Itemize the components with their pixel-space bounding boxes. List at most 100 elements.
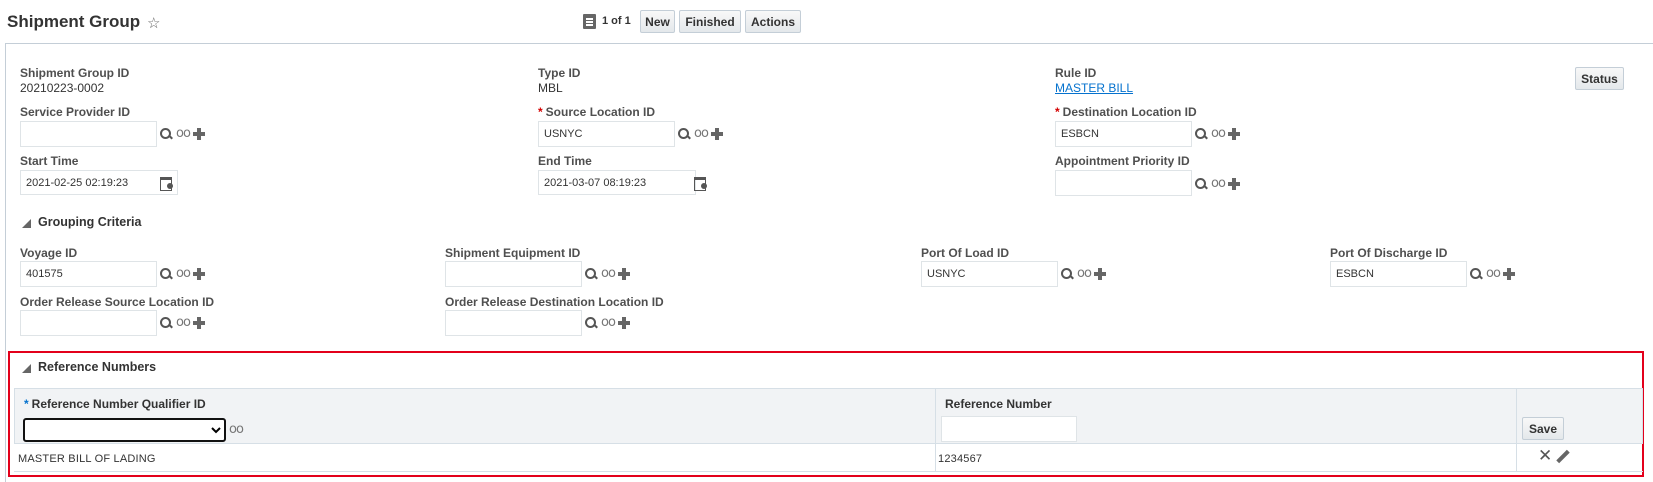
search-icon[interactable] [585, 267, 598, 281]
pager-text: 1 of 1 [602, 15, 631, 27]
add-plus-icon[interactable] [1093, 268, 1106, 280]
order-release-source-location-id-label: Order Release Source Location ID [20, 295, 215, 309]
table-cell-qualifier: MASTER BILL OF LADING [18, 453, 156, 465]
search-icon[interactable] [1195, 127, 1208, 141]
new-button[interactable]: New [640, 10, 675, 33]
qualifier-column-header-text: Reference Number Qualifier ID [31, 397, 206, 411]
view-glasses-icon[interactable]: oo [1486, 266, 1501, 282]
shipment-equipment-icons: oo [585, 266, 630, 282]
service-provider-icons: oo [160, 126, 205, 142]
add-plus-icon[interactable] [1227, 128, 1240, 140]
delete-x-icon[interactable]: ✕ [1538, 448, 1552, 465]
appointment-priority-id-input[interactable] [1055, 170, 1192, 196]
search-icon[interactable] [1195, 177, 1208, 191]
page-title: Shipment Group [7, 12, 141, 31]
voyage-id-input[interactable] [20, 261, 157, 287]
port-of-load-icons: oo [1061, 266, 1106, 282]
star-icon[interactable]: ☆ [147, 14, 160, 32]
view-glasses-icon[interactable]: oo [601, 266, 616, 282]
status-button[interactable]: Status [1575, 67, 1624, 90]
search-icon[interactable] [160, 127, 173, 141]
appointment-priority-id-label: Appointment Priority ID [1055, 154, 1190, 168]
order-release-source-icons: oo [160, 315, 205, 331]
add-plus-icon[interactable] [192, 268, 205, 280]
reference-table-header [14, 388, 1643, 444]
destination-location-id-label-text: Destination Location ID [1062, 105, 1197, 119]
port-of-discharge-icons: oo [1470, 266, 1515, 282]
view-glasses-icon[interactable]: oo [1211, 126, 1226, 142]
view-glasses-icon[interactable]: oo [176, 126, 191, 142]
voyage-id-label: Voyage ID [20, 246, 78, 260]
destination-location-id-label: * Destination Location ID [1055, 105, 1197, 119]
end-time-label: End Time [538, 154, 592, 168]
rule-id-label: Rule ID [1055, 66, 1097, 80]
save-button[interactable]: Save [1522, 417, 1564, 440]
order-release-destination-icons: oo [585, 315, 630, 331]
reference-number-input[interactable] [941, 416, 1077, 442]
calendar-icon[interactable] [694, 176, 708, 191]
table-cell-reference-number: 1234567 [938, 453, 983, 465]
view-glasses-icon[interactable]: oo [601, 315, 616, 331]
add-plus-icon[interactable] [617, 268, 630, 280]
view-glasses-icon[interactable]: oo [1211, 176, 1226, 192]
edit-pencil-icon[interactable] [1555, 450, 1570, 465]
view-glasses-icon[interactable]: oo [176, 266, 191, 282]
search-icon[interactable] [1061, 267, 1074, 281]
add-plus-icon[interactable] [710, 128, 723, 140]
search-icon[interactable] [160, 267, 173, 281]
search-icon[interactable] [160, 316, 173, 330]
page-icon [583, 14, 596, 29]
start-time-label: Start Time [20, 154, 79, 168]
rule-id-link[interactable]: MASTER BILL [1055, 81, 1133, 95]
collapse-triangle-icon[interactable] [22, 219, 31, 228]
search-icon[interactable] [585, 316, 598, 330]
add-plus-icon[interactable] [1502, 268, 1515, 280]
view-glasses-icon[interactable]: oo [1077, 266, 1092, 282]
qualifier-select[interactable] [23, 418, 226, 442]
grouping-criteria-header[interactable]: Grouping Criteria [38, 215, 141, 229]
view-glasses-icon[interactable]: oo [694, 126, 709, 142]
shipment-equipment-id-input[interactable] [445, 261, 582, 287]
source-location-icons: oo [678, 126, 723, 142]
destination-location-icons: oo [1195, 126, 1240, 142]
search-icon[interactable] [678, 127, 691, 141]
end-time-input[interactable] [538, 170, 696, 195]
order-release-destination-location-id-input[interactable] [445, 310, 582, 336]
search-icon[interactable] [1470, 267, 1483, 281]
add-plus-icon[interactable] [192, 317, 205, 329]
collapse-triangle-icon[interactable] [22, 364, 31, 373]
actions-button[interactable]: Actions [745, 10, 801, 33]
order-release-source-location-id-input[interactable] [20, 310, 157, 336]
reference-numbers-header[interactable]: Reference Numbers [38, 360, 156, 374]
port-of-load-id-input[interactable] [921, 261, 1058, 287]
appointment-priority-icons: oo [1195, 176, 1240, 192]
port-of-discharge-id-input[interactable] [1330, 261, 1467, 287]
port-of-load-id-label: Port Of Load ID [921, 246, 1009, 260]
calendar-icon[interactable] [160, 176, 174, 191]
add-plus-icon[interactable] [192, 128, 205, 140]
qualifier-column-header: * Reference Number Qualifier ID [24, 397, 206, 411]
required-marker: * [24, 397, 29, 411]
source-location-id-label-text: Source Location ID [545, 105, 656, 119]
add-plus-icon[interactable] [1227, 178, 1240, 190]
shipment-equipment-id-label: Shipment Equipment ID [445, 246, 581, 260]
view-glasses-icon[interactable]: oo [229, 422, 244, 438]
column-divider [1516, 388, 1517, 472]
view-glasses-icon[interactable]: oo [176, 315, 191, 331]
shipment-group-id-label: Shipment Group ID [20, 66, 130, 80]
required-marker: * [1055, 105, 1060, 119]
voyage-icons: oo [160, 266, 205, 282]
service-provider-id-input[interactable] [20, 121, 157, 147]
add-plus-icon[interactable] [617, 317, 630, 329]
table-row-divider [14, 471, 1643, 472]
start-time-input[interactable] [20, 170, 178, 195]
source-location-id-input[interactable] [538, 121, 675, 147]
source-location-id-label: * Source Location ID [538, 105, 655, 119]
type-id-value: MBL [538, 81, 563, 95]
order-release-destination-location-id-label: Order Release Destination Location ID [445, 295, 664, 309]
finished-button[interactable]: Finished [679, 10, 741, 33]
destination-location-id-input[interactable] [1055, 121, 1192, 147]
column-divider [935, 388, 936, 472]
required-marker: * [538, 105, 543, 119]
reference-number-column-header: Reference Number [945, 397, 1052, 411]
